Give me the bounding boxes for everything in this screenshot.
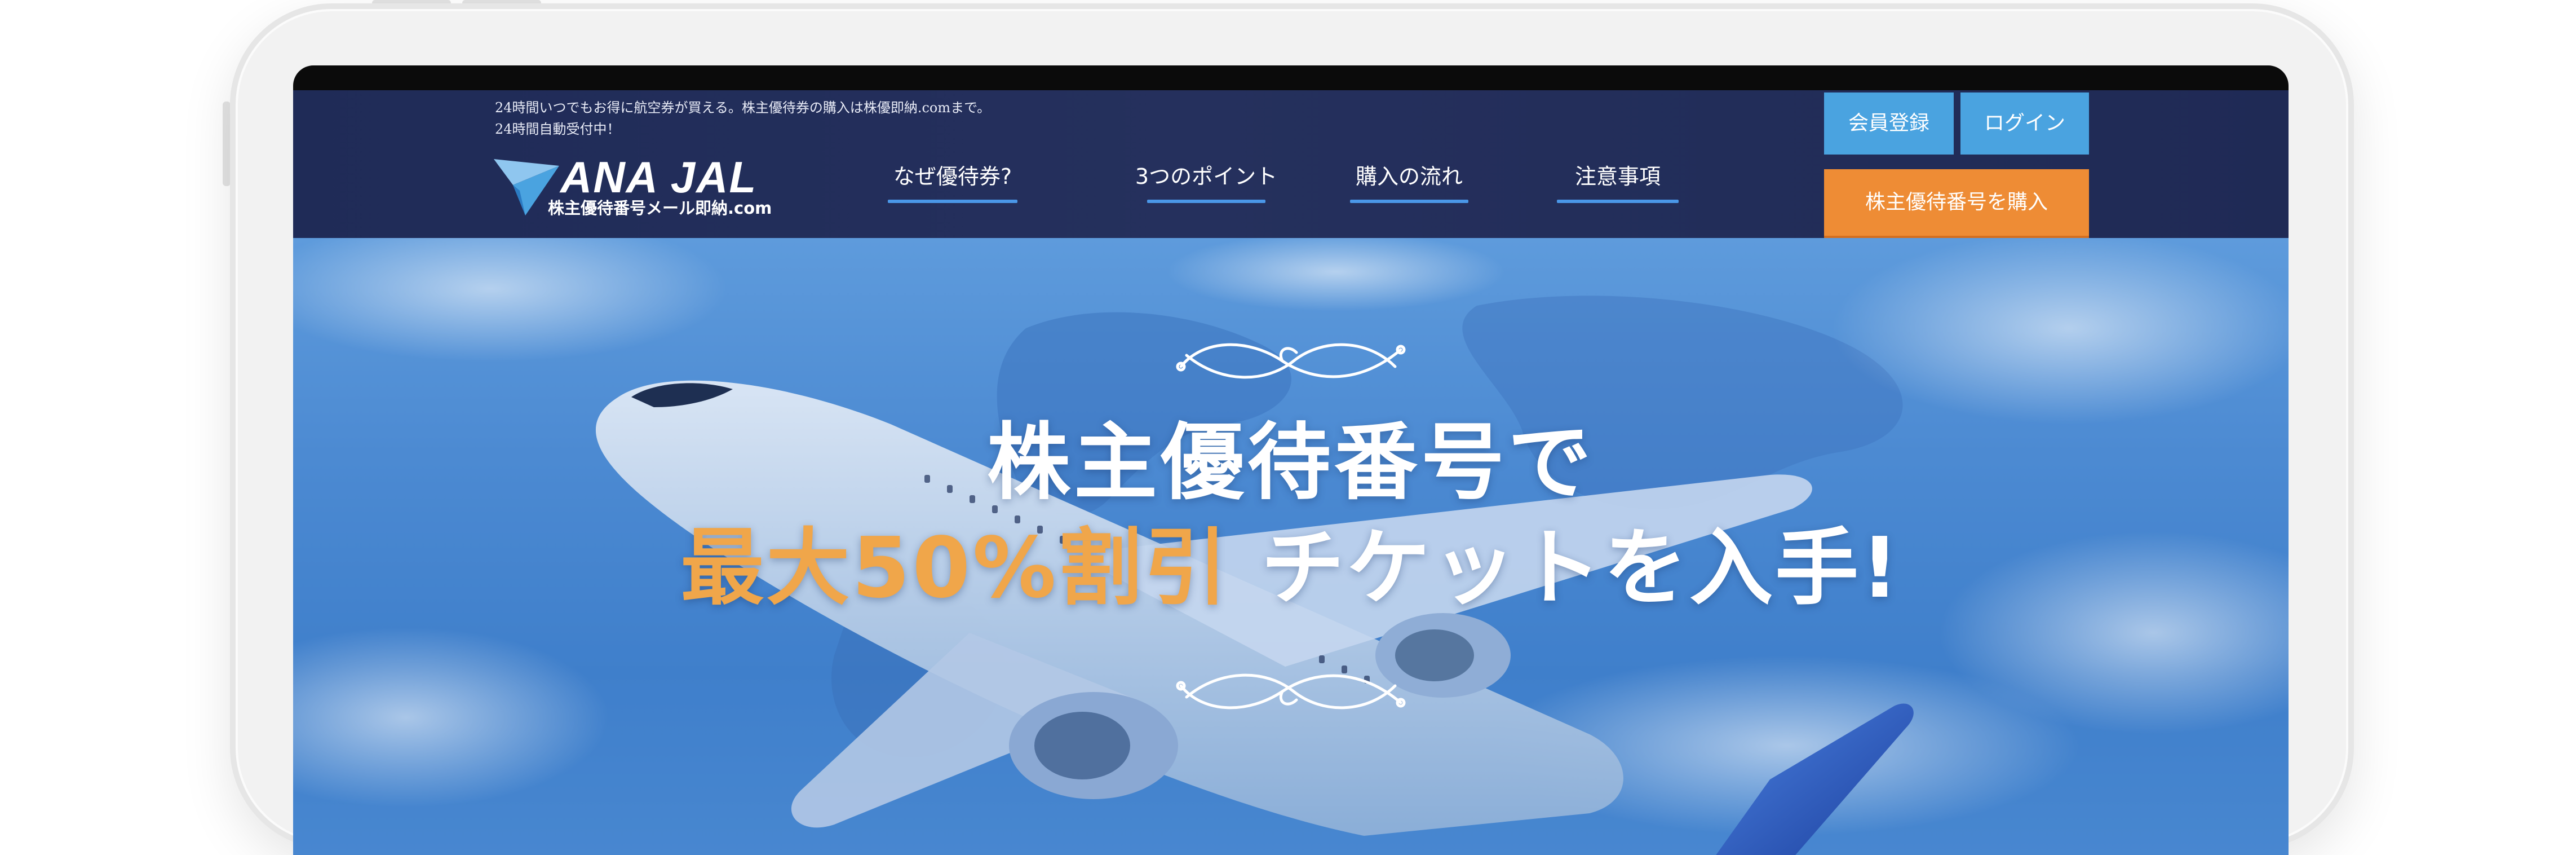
nav-item-why[interactable]: なぜ優待券? bbox=[879, 162, 1026, 203]
nav-underline bbox=[888, 200, 1017, 203]
nav-item-notes[interactable]: 注意事項 bbox=[1533, 162, 1702, 203]
tablet-side-button bbox=[223, 102, 231, 186]
hero-headline-line-2: 最大50%割引 チケットを入手! bbox=[293, 520, 2289, 616]
logo-wordmark: ANA JAL bbox=[560, 152, 758, 202]
nav-item-label: 購入の流れ bbox=[1355, 164, 1463, 189]
nav-underline bbox=[1147, 200, 1265, 203]
tagline-line-1: 24時間いつでもお得に航空券が買える。株主優待券の購入は株優即納.comまで。 bbox=[495, 100, 991, 116]
register-button[interactable]: 会員登録 bbox=[1824, 92, 1954, 155]
ornament-flourish-bottom bbox=[1176, 673, 1406, 709]
tablet-screen: 24時間いつでもお得に航空券が買える。株主優待券の購入は株優即納.comまで。 … bbox=[293, 65, 2289, 855]
nav-underline bbox=[1557, 200, 1679, 203]
header-tagline: 24時間いつでもお得に航空券が買える。株主優待券の購入は株優即納.comまで。 … bbox=[495, 97, 990, 140]
site-logo[interactable]: ANA JAL 株主優待番号メール即納.com bbox=[494, 152, 787, 219]
nav-item-flow[interactable]: 購入の流れ bbox=[1325, 162, 1494, 203]
hero-headline-line-1: 株主優待番号で bbox=[987, 414, 1595, 511]
buy-coupon-button[interactable]: 株主優待番号を購入 bbox=[1824, 169, 2089, 239]
nav-item-label: なぜ優待券? bbox=[893, 164, 1012, 189]
nav-item-label: 注意事項 bbox=[1574, 164, 1661, 189]
hero-headline-rest: チケットを入手! bbox=[1229, 519, 1901, 616]
nav-underline bbox=[1350, 200, 1468, 203]
hero-banner: 株主優待番号で 最大50%割引 チケットを入手! bbox=[293, 238, 2289, 855]
hero-discount-highlight: 最大50%割引 bbox=[680, 519, 1230, 616]
logo-subtitle: 株主優待番号メール即納.com bbox=[548, 199, 772, 218]
tagline-line-2: 24時間自動受付中！ bbox=[495, 121, 621, 137]
ornament-flourish-top bbox=[1176, 343, 1406, 379]
site-header: 24時間いつでもお得に航空券が買える。株主優待券の購入は株優即納.comまで。 … bbox=[293, 90, 2289, 239]
nav-item-points[interactable]: 3つのポイント bbox=[1094, 162, 1319, 203]
nav-item-label: 3つのポイント bbox=[1135, 164, 1278, 189]
login-button[interactable]: ログイン bbox=[1960, 92, 2089, 155]
